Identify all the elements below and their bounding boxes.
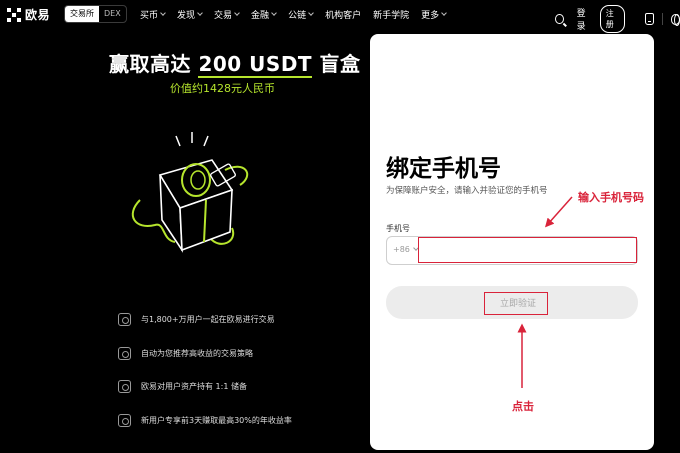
menu-item-label: 公链: [288, 11, 307, 21]
chevron-down-icon: [197, 10, 203, 16]
menu-item-label: 买币: [140, 11, 159, 21]
menu-item-label: 发现: [177, 11, 196, 21]
gift-box-illustration: [131, 132, 249, 253]
chevron-down-icon: [441, 10, 447, 16]
download-icon[interactable]: [645, 13, 654, 25]
card-subtitle: 为保障账户安全，请输入并验证您的手机号: [386, 186, 548, 196]
menu-item[interactable]: 更多: [421, 8, 447, 21]
promo-title-highlight: 200 USDT: [198, 52, 313, 78]
tab-dex[interactable]: DEX: [99, 6, 126, 22]
menu-item-label: 交易: [214, 11, 233, 21]
promo-title: 赢取高达 200 USDT 盲盒: [109, 48, 361, 78]
menu-item[interactable]: 新手学院: [373, 8, 409, 21]
menu-item[interactable]: 机构客户: [325, 8, 361, 21]
nav-actions: 登录 注册: [555, 5, 680, 33]
feature-icon: [118, 313, 131, 326]
exchange-dex-toggle: 交易所 DEX: [64, 5, 127, 23]
feature-item: 新用户专享前3天赚取最高30%的年收益率: [118, 414, 292, 427]
login-link[interactable]: 登录: [577, 6, 592, 32]
feature-text: 自动为您推荐高收益的交易策略: [141, 349, 253, 358]
annotation-box-verify-button: [484, 292, 548, 315]
feature-icon: [118, 347, 131, 360]
annotation-input-hint: 输入手机号码: [578, 191, 644, 204]
chevron-down-icon: [160, 10, 166, 16]
promo-subtitle: 价值约1428元人民币: [170, 82, 275, 95]
menu-item-label: 金融: [251, 11, 270, 21]
annotation-click-hint: 点击: [512, 400, 534, 413]
feature-icon: [118, 414, 131, 427]
feature-item: 自动为您推荐高收益的交易策略: [118, 347, 253, 360]
tab-exchange[interactable]: 交易所: [65, 6, 99, 22]
feature-text: 与1,800+万用户一起在欧易进行交易: [141, 315, 275, 324]
menu-item[interactable]: 发现: [177, 8, 203, 21]
logo-text: 欧易: [25, 8, 51, 22]
feature-item: 与1,800+万用户一起在欧易进行交易: [118, 313, 275, 326]
country-code-select[interactable]: +86: [393, 245, 419, 254]
country-code-value: +86: [393, 245, 410, 254]
annotation-box-phone-input: [418, 237, 637, 263]
globe-icon[interactable]: [670, 13, 680, 26]
menu-item[interactable]: 公链: [288, 8, 314, 21]
top-nav: 欧易 交易所 DEX 买币 发现 交易 金融 公链 机构客户 新手学院 更多 登录 注册: [0, 0, 680, 33]
feature-icon: [118, 380, 131, 393]
promo-title-post: 盲盒: [312, 52, 361, 76]
card-title: 绑定手机号: [386, 156, 501, 182]
menu-item[interactable]: 买币: [140, 8, 166, 21]
feature-text: 欧易对用户资产持有 1:1 储备: [141, 382, 247, 391]
menu-item-label: 机构客户: [325, 11, 362, 21]
promo-title-pre: 赢取高达: [109, 52, 199, 76]
phone-label: 手机号: [386, 224, 410, 233]
menu-item[interactable]: 金融: [251, 8, 277, 21]
nav-divider: [661, 13, 663, 25]
menu-item[interactable]: 交易: [214, 8, 240, 21]
logo-mark-icon: [7, 7, 21, 22]
feature-text: 新用户专享前3天赚取最高30%的年收益率: [141, 416, 292, 425]
register-button[interactable]: 注册: [599, 5, 626, 33]
feature-item: 欧易对用户资产持有 1:1 储备: [118, 380, 247, 393]
chevron-down-icon: [234, 10, 240, 16]
chevron-down-icon: [271, 10, 277, 16]
search-icon[interactable]: [555, 14, 564, 24]
okx-logo[interactable]: 欧易: [7, 6, 50, 23]
menu-item-label: 新手学院: [373, 11, 410, 21]
chevron-down-icon: [308, 10, 314, 16]
main-menu: 买币 发现 交易 金融 公链 机构客户 新手学院 更多: [140, 8, 458, 21]
menu-item-label: 更多: [421, 11, 440, 21]
